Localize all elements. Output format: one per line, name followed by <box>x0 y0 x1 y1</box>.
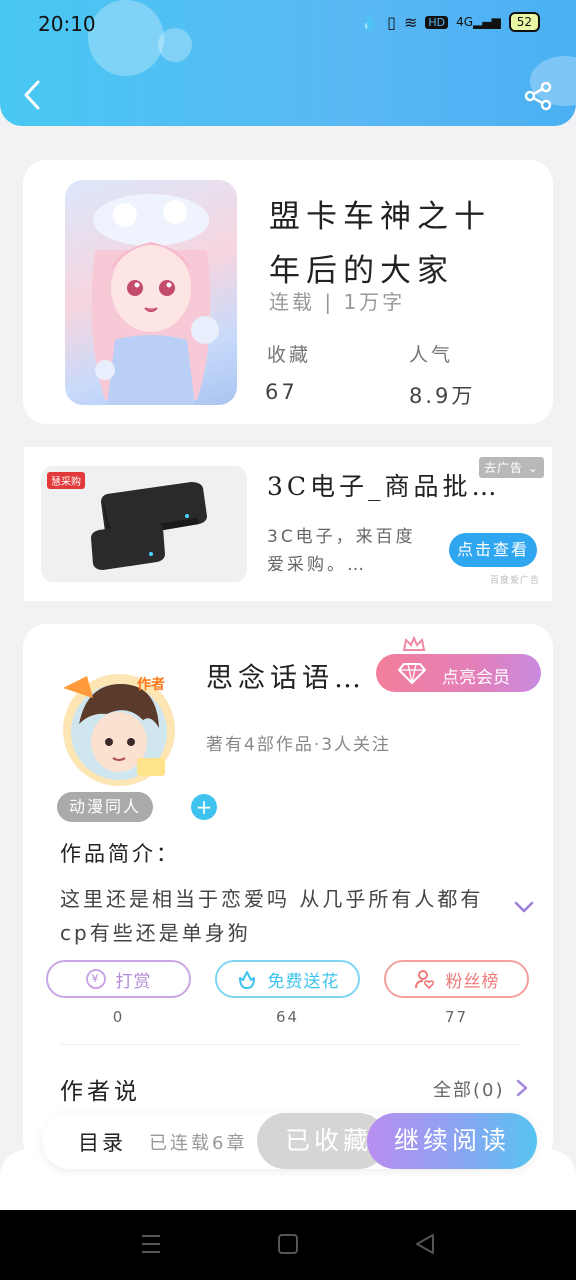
stat-value-popularity: 8.9万 <box>409 384 476 408</box>
back-icon[interactable] <box>20 78 46 112</box>
home-icon[interactable] <box>277 1232 299 1260</box>
genre-tag[interactable]: 动漫同人 <box>57 792 154 822</box>
continue-reading-button[interactable]: 继续阅读 <box>367 1113 537 1169</box>
ad-brand-tag: 慧采购 <box>47 472 85 489</box>
coin-icon: ¥ <box>85 969 106 989</box>
author-card: 作者 思念话语… 点亮会员 著有4部作品·3人关注 动漫同人 + 作品简介： 这… <box>23 624 553 1164</box>
book-meta: 连载 | 1万字 <box>269 290 406 314</box>
share-icon[interactable] <box>522 80 554 112</box>
chevron-down-icon: ⌄ <box>527 461 539 475</box>
drop-icon: 💧 <box>359 12 380 32</box>
ad-card[interactable]: 慧采购 3C电子_商品批… 3C电子，来百度爱采购。… 去广告 ⌄ 点击查看 百… <box>24 447 552 601</box>
reward-button[interactable]: ¥ 打赏 <box>46 960 191 998</box>
fan-ranking-count: 77 <box>444 1008 469 1026</box>
menu-icon[interactable] <box>140 1232 162 1260</box>
vibrate-icon: ▯ <box>387 12 396 32</box>
intro-title: 作品简介： <box>60 842 180 866</box>
book-cover-image[interactable] <box>65 180 237 405</box>
stat-label-collect: 收藏 <box>267 344 312 366</box>
header-bubble-decoration <box>88 0 164 76</box>
author-subtitle: 著有4部作品·3人关注 <box>206 735 392 755</box>
ad-close-label: 去广告 <box>484 461 524 475</box>
book-info-card: 盟卡车神之十年后的大家 连载 | 1万字 收藏 人气 67 8.9万 <box>23 160 553 424</box>
status-time: 20:10 <box>38 12 96 36</box>
header-bubble-decoration-small <box>158 28 192 62</box>
diamond-icon <box>398 663 426 684</box>
vip-label: 点亮会员 <box>442 668 510 688</box>
stat-label-popularity: 人气 <box>409 344 454 366</box>
free-flower-label: 免费送花 <box>267 971 340 992</box>
book-title: 盟卡车神之十年后的大家 <box>269 199 491 289</box>
serial-status: 已连载6章 <box>149 1133 248 1154</box>
stat-value-collect: 67 <box>265 380 298 404</box>
free-flower-button[interactable]: 免费送花 <box>215 960 360 998</box>
ad-cta-button[interactable]: 点击查看 <box>449 533 537 567</box>
chevron-down-icon[interactable] <box>513 896 535 918</box>
author-name[interactable]: 思念话语… <box>206 656 366 695</box>
author-avatar[interactable]: 作者 <box>47 654 187 794</box>
hd-icon: HD <box>425 15 449 29</box>
wifi-icon: ≋ <box>403 12 418 32</box>
ad-close-button[interactable]: 去广告 ⌄ <box>479 457 544 478</box>
chevron-right-icon[interactable] <box>515 1078 529 1098</box>
free-flower-count: 64 <box>275 1008 300 1026</box>
status-icons: 💧 ▯ ≋ HD 4G▂▄▆ 52 <box>359 12 540 32</box>
author-badge: 作者 <box>137 677 165 693</box>
intro-text: 这里还是相当于恋爱吗 从几乎所有人都有cp有些还是单身狗 <box>60 887 484 945</box>
reading-action-bar: 目录 已连载6章 已收藏 继续阅读 <box>42 1113 537 1169</box>
flower-icon <box>238 971 255 989</box>
back-nav-icon[interactable] <box>414 1232 436 1260</box>
header: 20:10 💧 ▯ ≋ HD 4G▂▄▆ 52 <box>0 0 576 126</box>
user-heart-icon <box>414 970 434 990</box>
reward-count: 0 <box>112 1008 125 1026</box>
author-says-title: 作者说 <box>60 1079 141 1105</box>
fan-ranking-label: 粉丝榜 <box>445 971 500 992</box>
ad-image[interactable]: 慧采购 <box>41 466 247 582</box>
vip-button[interactable]: 点亮会员 <box>376 636 541 692</box>
ad-source: 百度爱广告 <box>490 576 541 586</box>
battery-indicator: 52 <box>508 12 540 32</box>
add-tag-icon[interactable]: + <box>191 794 217 820</box>
author-says-all-link[interactable]: 全部(0) <box>433 1076 505 1102</box>
ad-description: 3C电子，来百度爱采购。… <box>267 527 416 575</box>
divider <box>60 1044 520 1045</box>
crown-icon <box>402 636 426 651</box>
signal-icon: 4G▂▄▆ <box>456 15 501 29</box>
system-nav-bar <box>0 1210 576 1280</box>
toc-button[interactable]: 目录 <box>78 1127 126 1157</box>
fan-ranking-button[interactable]: 粉丝榜 <box>384 960 529 998</box>
reward-label: 打赏 <box>115 971 152 992</box>
